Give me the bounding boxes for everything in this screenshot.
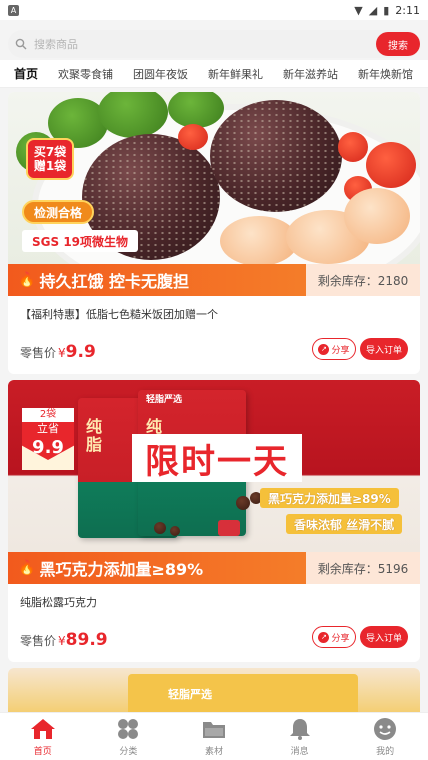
product-feed[interactable]: 买7袋 赠1袋 检测合格 SGS 19项微生物 🔥 持久扛饿 控卡无腹担 剩余库… [0,92,428,712]
fire-icon: 🔥 [18,560,36,576]
tab-snacks[interactable]: 欢聚零食铺 [58,66,113,82]
share-icon: ↗ [318,631,330,643]
promo-slogan: 黑巧克力添加量≥89% [39,560,204,579]
status-bar: A ▼ ◢ ▮ 2:11 [0,0,428,20]
price-value: 9.9 [65,342,96,362]
import-order-button[interactable]: 导入订单 [360,338,408,360]
save-tag: 2袋 立省 9.9 [22,408,74,470]
battery-icon: ▮ [383,3,390,17]
search-input[interactable] [34,37,420,51]
app-notification-icon: A [8,4,19,16]
tab-new-year-dinner[interactable]: 团圆年夜饭 [133,66,188,82]
product-card[interactable]: 纯脂 轻脂严选 纯脂 2袋 立省 9.9 限时一天 黑巧克力添加量≥89% 香味… [8,380,420,662]
limited-time-banner: 限时一天 [132,434,302,482]
bell-icon [287,716,313,742]
search-bar: 搜索 [8,30,420,58]
product-title[interactable]: 【福利特惠】低脂七色糙米饭团加赠一个 [8,296,420,332]
currency-symbol: ¥ [58,634,66,648]
sgs-badge: SGS 19项微生物 [22,230,139,252]
stock-remaining: 剩余库存：5196 [306,552,420,584]
product-image[interactable]: 轻脂严选 [8,668,420,712]
currency-symbol: ¥ [58,346,66,360]
share-button[interactable]: ↗ 分享 [312,338,356,360]
product-image[interactable]: 纯脂 轻脂严选 纯脂 2袋 立省 9.9 限时一天 黑巧克力添加量≥89% 香味… [8,380,420,552]
taste-badge: 香味浓郁 丝滑不腻 [286,514,403,534]
price-row: 零售价 ¥ 89.9 ↗ 分享 导入订单 [8,620,420,660]
buy-7-get-1-badge: 买7袋 赠1袋 [26,138,74,180]
home-icon [30,716,56,742]
clock: 2:11 [395,3,420,17]
tab-home[interactable]: 首页 [0,713,86,760]
wifi-icon: ▼ [354,3,363,17]
search-button[interactable]: 搜索 [376,32,420,56]
product-card[interactable]: 轻脂严选 [8,668,420,712]
cocoa-badge: 黑巧克力添加量≥89% [260,488,399,508]
tab-messages[interactable]: 消息 [257,713,343,760]
stock-remaining: 剩余库存：2180 [306,264,420,296]
profile-icon [372,716,398,742]
price-label: 零售价 [20,634,57,648]
tab-new-year-renew[interactable]: 新年焕新馆 [358,66,413,82]
product-card[interactable]: 买7袋 赠1袋 检测合格 SGS 19项微生物 🔥 持久扛饿 控卡无腹担 剩余库… [8,92,420,374]
tab-home[interactable]: 首页 [14,65,38,82]
product-title[interactable]: 纯脂松露巧克力 [8,584,420,620]
tab-new-year-nourish[interactable]: 新年滋养站 [283,66,338,82]
tab-new-year-fruit[interactable]: 新年鲜果礼 [208,66,263,82]
price-label: 零售价 [20,346,57,360]
promo-bar: 🔥 持久扛饿 控卡无腹担 剩余库存：2180 [8,264,420,296]
tab-profile[interactable]: 我的 [342,713,428,760]
price-row: 零售价 ¥ 9.9 ↗ 分享 导入订单 [8,332,420,372]
tab-category[interactable]: 分类 [86,713,172,760]
quality-check-badge: 检测合格 [22,200,95,224]
import-order-button[interactable]: 导入订单 [360,626,408,648]
product-image[interactable]: 买7袋 赠1袋 检测合格 SGS 19项微生物 [8,92,420,264]
share-icon: ↗ [318,343,330,355]
category-tabs: 首页 欢聚零食铺 团圆年夜饭 新年鲜果礼 新年滋养站 新年焕新馆 [0,60,428,88]
search-icon [8,38,34,50]
promo-bar: 🔥 黑巧克力添加量≥89% 剩余库存：5196 [8,552,420,584]
category-icon [115,716,141,742]
promo-slogan: 持久扛饿 控卡无腹担 [39,272,190,291]
share-button[interactable]: ↗ 分享 [312,626,356,648]
brand-text: 轻脂严选 [168,688,212,701]
folder-icon [201,716,227,742]
price-value: 89.9 [65,630,108,650]
signal-icon: ◢ [368,3,378,17]
fire-icon: 🔥 [18,272,36,288]
tab-materials[interactable]: 素材 [171,713,257,760]
bottom-tab-bar: 首页 分类 素材 消息 我的 [0,712,428,760]
